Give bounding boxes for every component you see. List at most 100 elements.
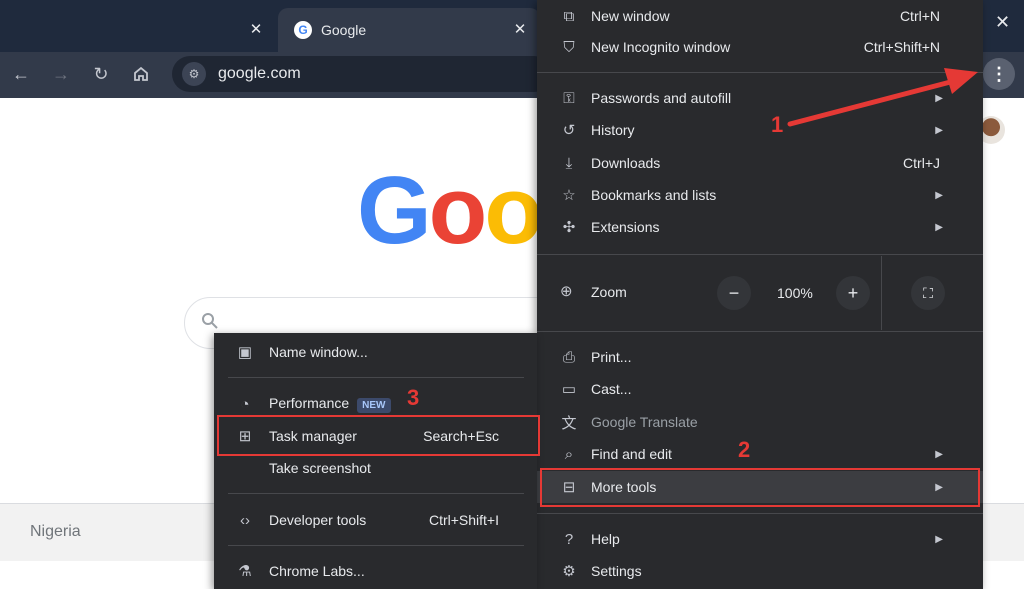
menu-item-label: Developer tools xyxy=(269,512,367,528)
menu-item-label: Find and edit xyxy=(591,446,672,462)
menu-item-label: Print... xyxy=(591,349,632,365)
tab-google-label: Google xyxy=(321,22,367,38)
fullscreen-icon[interactable]: ⛶ xyxy=(911,276,945,310)
window-icon: ▣ xyxy=(237,344,253,361)
menu-item-label: Downloads xyxy=(591,155,661,171)
menu-item-downloads[interactable]: ⤓ Downloads Ctrl+J xyxy=(537,147,983,179)
menu-divider xyxy=(228,545,524,546)
help-icon: ? xyxy=(564,530,574,548)
menu-item-label: New window xyxy=(591,8,670,24)
address-bar[interactable]: ⚙ google.com xyxy=(172,56,552,92)
zoom-icon: ⊕ xyxy=(560,283,573,300)
site-info-icon[interactable]: ⚙ xyxy=(182,62,206,86)
menu-item-label: Extensions xyxy=(591,219,660,235)
cast-icon: ▭ xyxy=(561,381,577,398)
tab-close-icon[interactable]: ✕ xyxy=(510,20,530,38)
step-number-3: 3 xyxy=(407,385,420,410)
menu-item-passwords[interactable]: ⚿ Passwords and autofill ▶ xyxy=(537,82,983,114)
menu-item-label: Cast... xyxy=(591,381,632,397)
forward-arrow-icon[interactable]: → xyxy=(48,61,74,87)
google-logo: Goo xyxy=(357,157,543,264)
menu-item-label: Google Translate xyxy=(591,414,698,430)
performance-label: Performance xyxy=(269,395,350,411)
back-arrow-icon[interactable]: ← xyxy=(8,61,34,87)
tab-previous[interactable]: ✕ xyxy=(0,8,276,52)
home-icon[interactable] xyxy=(128,61,154,87)
menu-divider xyxy=(537,72,983,73)
submenu-arrow-icon: ▶ xyxy=(935,448,943,460)
speedometer-icon: ◔ xyxy=(240,395,250,413)
window-close-icon[interactable]: ✕ xyxy=(995,12,1010,33)
menu-item-label: Bookmarks and lists xyxy=(591,187,717,203)
star-icon: ☆ xyxy=(562,187,576,204)
submenu-arrow-icon: ▶ xyxy=(935,189,943,201)
incognito-icon: ⛉ xyxy=(563,38,575,56)
tab-close-icon[interactable]: ✕ xyxy=(246,20,266,38)
menu-item-settings[interactable]: ⚙ Settings xyxy=(537,555,983,587)
submenu-item-chrome-labs[interactable]: ⚗ Chrome Labs... xyxy=(214,555,537,587)
zoom-divider xyxy=(881,256,882,330)
menu-item-print[interactable]: ⎙ Print... xyxy=(537,341,983,373)
menu-item-label: New Incognito window xyxy=(591,39,731,55)
menu-item-label: Name window... xyxy=(269,344,368,360)
menu-item-label: Performance NEW xyxy=(269,395,391,413)
menu-divider xyxy=(537,513,983,514)
code-icon: ‹› xyxy=(240,511,250,529)
menu-item-shortcut: Ctrl+J xyxy=(903,155,940,171)
zoom-out-button[interactable]: − xyxy=(717,276,751,310)
menu-item-label: Take screenshot xyxy=(269,460,371,476)
address-bar-url: google.com xyxy=(218,65,301,82)
more-tools-submenu: ▣ Name window... ◔ Performance NEW ⊞ Task… xyxy=(214,333,537,589)
menu-item-translate[interactable]: 文 Google Translate xyxy=(537,406,983,438)
menu-item-label: Zoom xyxy=(591,284,627,300)
menu-item-label: History xyxy=(591,122,635,138)
menu-divider xyxy=(537,254,983,255)
submenu-item-dev-tools[interactable]: ‹› Developer tools Ctrl+Shift+I xyxy=(214,504,537,536)
menu-item-zoom: ⊕ Zoom − 100% + ⛶ xyxy=(537,256,983,330)
zoom-in-button[interactable]: + xyxy=(836,276,870,310)
find-page-icon: ⌕ xyxy=(564,445,574,463)
menu-item-label: Passwords and autofill xyxy=(591,90,732,106)
google-favicon-icon: G xyxy=(294,21,312,39)
submenu-arrow-icon: ▶ xyxy=(935,533,943,545)
zoom-level: 100% xyxy=(777,285,813,301)
menu-item-extensions[interactable]: ✣ Extensions ▶ xyxy=(537,211,983,243)
translate-icon: 文 xyxy=(561,414,577,432)
flask-icon: ⚗ xyxy=(238,563,252,580)
puzzle-piece-icon: ✣ xyxy=(562,219,576,236)
menu-item-label: Chrome Labs... xyxy=(269,563,365,579)
menu-item-new-window[interactable]: ⧉ New window Ctrl+N xyxy=(537,0,983,32)
task-manager-highlight-box xyxy=(217,415,540,456)
download-icon: ⤓ xyxy=(565,154,573,172)
menu-item-new-incognito[interactable]: ⛉ New Incognito window Ctrl+Shift+N xyxy=(537,31,983,63)
step-number-2: 2 xyxy=(738,437,751,462)
submenu-arrow-icon: ▶ xyxy=(935,221,943,233)
submenu-arrow-icon: ▶ xyxy=(935,92,943,104)
footer-country: Nigeria xyxy=(30,523,81,540)
menu-item-cast[interactable]: ▭ Cast... xyxy=(537,373,983,405)
reload-icon[interactable]: ↻ xyxy=(88,61,114,87)
menu-item-help[interactable]: ? Help ▶ xyxy=(537,523,983,555)
menu-item-history[interactable]: ↺ History ▶ xyxy=(537,114,983,146)
chrome-menu-icon[interactable]: ⋮ xyxy=(983,58,1015,90)
printer-icon: ⎙ xyxy=(562,348,575,366)
submenu-item-name-window[interactable]: ▣ Name window... xyxy=(214,336,537,368)
step-number-1: 1 xyxy=(771,112,784,137)
menu-item-bookmarks[interactable]: ☆ Bookmarks and lists ▶ xyxy=(537,179,983,211)
submenu-arrow-icon: ▶ xyxy=(935,124,943,136)
gear-icon: ⚙ xyxy=(562,563,576,580)
menu-divider xyxy=(228,377,524,378)
menu-item-label: Help xyxy=(591,531,620,547)
menu-item-label: Settings xyxy=(591,563,642,579)
menu-item-find-edit[interactable]: ⌕ Find and edit ▶ xyxy=(537,438,983,470)
submenu-item-screenshot[interactable]: Take screenshot xyxy=(214,452,537,484)
menu-divider xyxy=(537,331,983,332)
menu-divider xyxy=(228,493,524,494)
menu-item-shortcut: Ctrl+Shift+N xyxy=(863,39,940,55)
more-tools-highlight-box xyxy=(540,468,980,507)
new-badge: NEW xyxy=(357,398,391,413)
tab-google[interactable]: G Google ✕ xyxy=(278,8,540,52)
search-icon xyxy=(201,312,219,335)
history-icon: ↺ xyxy=(562,122,576,139)
key-icon: ⚿ xyxy=(563,89,575,107)
